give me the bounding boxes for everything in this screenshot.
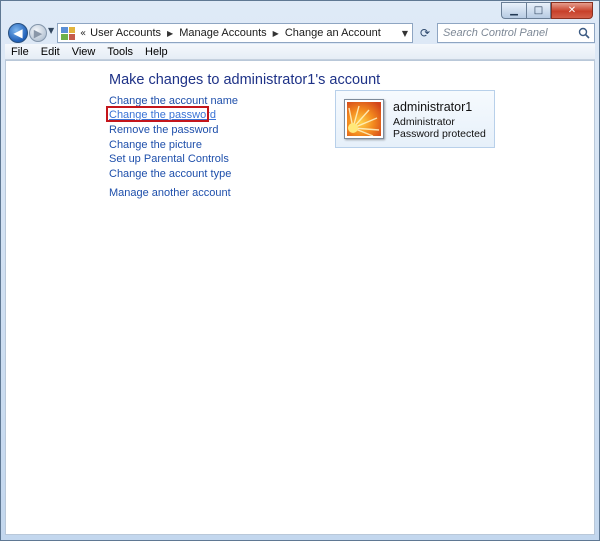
refresh-icon: ⟳ — [419, 26, 431, 40]
search-icon[interactable] — [578, 27, 590, 39]
content-pane: Make changes to administrator1's account… — [5, 60, 595, 535]
manage-another-account-link[interactable]: Manage another account — [109, 187, 231, 199]
breadcrumb-change-an-account[interactable]: Change an Account — [285, 27, 381, 39]
menu-file[interactable]: File — [5, 46, 35, 58]
caption-buttons: ▁ □ ✕ — [501, 2, 593, 19]
recent-pages-dropdown[interactable]: ▼ — [48, 26, 54, 35]
highlight-box — [106, 106, 209, 122]
back-button[interactable]: ◀ — [8, 23, 28, 43]
control-panel-window: ▁ □ ✕ ◀ ▶ ▼ « User Accounts ▶ Manage Acc… — [0, 0, 600, 541]
search-input[interactable] — [443, 27, 573, 39]
control-panel-icon — [61, 26, 75, 40]
forward-button[interactable]: ▶ — [29, 24, 47, 42]
parental-controls-link[interactable]: Set up Parental Controls — [109, 153, 229, 165]
menu-bar: File Edit View Tools Help — [5, 44, 595, 60]
account-type: Administrator — [393, 116, 455, 128]
password-status: Password protected — [393, 128, 486, 140]
menu-help[interactable]: Help — [139, 46, 174, 58]
page-title: Make changes to administrator1's account — [109, 72, 381, 88]
account-name: administrator1 — [393, 100, 473, 114]
flower-picture-icon — [347, 102, 381, 136]
forward-arrow-icon: ▶ — [33, 26, 43, 40]
change-account-type-link[interactable]: Change the account type — [109, 168, 231, 180]
menu-view[interactable]: View — [66, 46, 102, 58]
history-chevron[interactable]: « — [80, 28, 86, 39]
search-box[interactable] — [437, 23, 595, 43]
breadcrumb-manage-accounts[interactable]: Manage Accounts — [179, 27, 266, 39]
address-bar[interactable]: « User Accounts ▶ Manage Accounts ▶ Chan… — [57, 23, 413, 43]
menu-edit[interactable]: Edit — [35, 46, 66, 58]
account-card: administrator1 Administrator Password pr… — [335, 90, 495, 148]
address-dropdown-icon[interactable]: ▼ — [398, 29, 412, 38]
menu-tools[interactable]: Tools — [101, 46, 139, 58]
back-arrow-icon: ◀ — [13, 26, 23, 40]
breadcrumb-user-accounts[interactable]: User Accounts — [90, 27, 161, 39]
minimize-button[interactable]: ▁ — [501, 2, 526, 19]
close-button[interactable]: ✕ — [551, 2, 593, 19]
change-picture-link[interactable]: Change the picture — [109, 139, 202, 151]
breadcrumb-separator-icon[interactable]: ▶ — [167, 29, 173, 38]
maximize-button[interactable]: □ — [526, 2, 551, 19]
avatar — [344, 99, 384, 139]
refresh-button[interactable]: ⟳ — [415, 23, 435, 43]
remove-password-link[interactable]: Remove the password — [109, 124, 218, 136]
navigation-bar: ◀ ▶ ▼ « User Accounts ▶ Manage Accounts … — [5, 22, 595, 44]
breadcrumb-separator-icon[interactable]: ▶ — [273, 29, 279, 38]
